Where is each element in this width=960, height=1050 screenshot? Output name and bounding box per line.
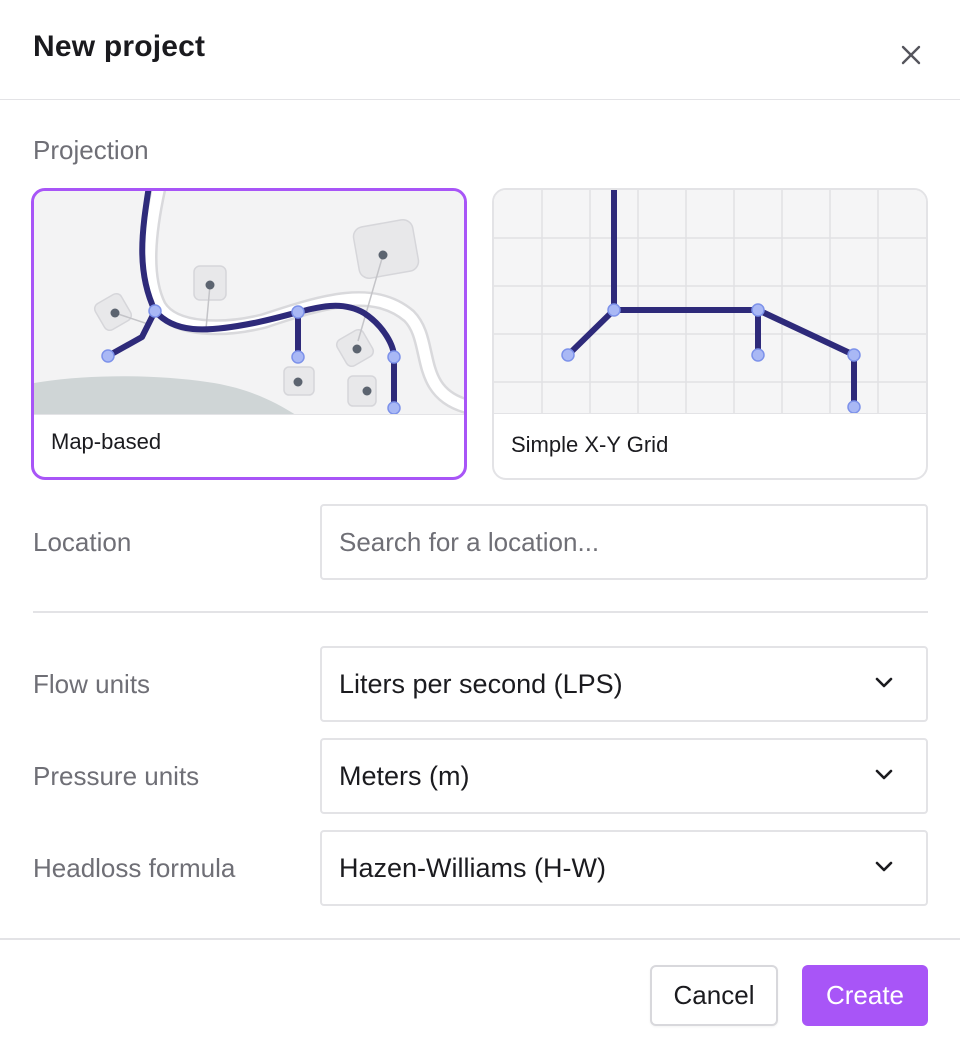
pressure-units-select[interactable]: Meters (m) — [320, 738, 928, 814]
close-icon[interactable] — [892, 36, 930, 74]
chevron-down-icon — [875, 769, 893, 780]
section-divider — [33, 611, 928, 613]
location-input-box — [320, 504, 928, 580]
location-search-input[interactable] — [339, 506, 909, 578]
dialog-header: New project — [0, 0, 960, 100]
headloss-formula-select[interactable]: Hazen-Williams (H-W) — [320, 830, 928, 906]
headloss-formula-value: Hazen-Williams (H-W) — [339, 853, 606, 883]
projection-option-label: Simple X-Y Grid — [511, 432, 669, 457]
new-project-dialog: New project Projection Map-based Simple … — [0, 0, 960, 1048]
pressure-units-value: Meters (m) — [339, 761, 470, 791]
projection-option-label: Map-based — [51, 429, 162, 454]
pressure-units-label: Pressure units — [33, 761, 200, 791]
projection-option-simple-grid[interactable]: Simple X-Y Grid — [492, 188, 928, 480]
create-button[interactable]: Create — [802, 965, 928, 1026]
chevron-down-icon — [875, 677, 893, 688]
flow-units-select[interactable]: Liters per second (LPS) — [320, 646, 928, 722]
flow-units-value: Liters per second (LPS) — [339, 669, 623, 699]
dialog-footer: Cancel Create — [0, 938, 960, 1050]
grid-network-illustration — [494, 190, 926, 414]
headloss-formula-label: Headloss formula — [33, 853, 236, 883]
flow-units-label: Flow units — [33, 669, 151, 699]
cancel-button[interactable]: Cancel — [650, 965, 778, 1026]
projection-label: Projection — [33, 135, 149, 165]
dialog-title: New project — [33, 30, 206, 63]
projection-option-map-based[interactable]: Map-based — [31, 188, 467, 480]
map-network-illustration — [34, 191, 464, 415]
location-label: Location — [33, 527, 132, 557]
chevron-down-icon — [875, 861, 893, 872]
